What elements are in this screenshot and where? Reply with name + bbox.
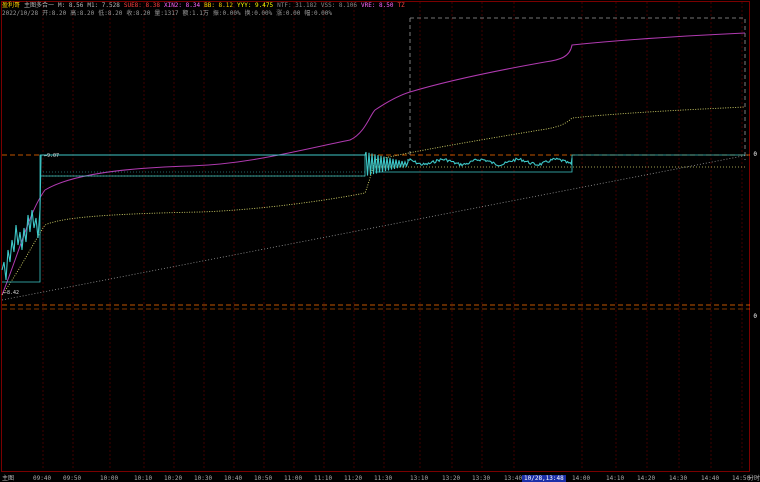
time-tick-label: 13:40	[504, 475, 523, 482]
dashed-range-box	[409, 17, 746, 160]
indicator-value: YYY: 9.475	[237, 2, 274, 9]
indicator-value: 主图多合一	[24, 2, 55, 9]
time-tick-label: 09:50	[63, 475, 82, 482]
bar-info-field: 低:8.20	[98, 10, 123, 17]
time-tick-label: 14:30	[669, 475, 688, 482]
cyan-box-outline	[2, 154, 366, 283]
intraday-tab[interactable]: 分时	[748, 475, 760, 482]
purple-average-line	[1, 32, 746, 296]
time-tick-label: 10:00	[100, 475, 119, 482]
yellow-dotted-line	[1, 106, 746, 296]
indicator-value: NTF: 31.182	[277, 2, 317, 9]
indicator-value: VRE: 8.50	[361, 2, 394, 9]
bar-info-field: 高:8.20	[70, 10, 95, 17]
time-tick-label: 13:30	[472, 475, 491, 482]
time-tick-label: 14:00	[572, 475, 591, 482]
bar-info-field: 换:0.00%	[244, 10, 273, 17]
time-tick-label: 14:40	[701, 475, 720, 482]
indicator-value: XIN2: 8.34	[163, 2, 201, 9]
indicator-value: BB: 8.12	[204, 2, 233, 9]
bar-info-field: 量:1317	[154, 10, 179, 17]
bar-info-field: 开:8.20	[42, 10, 67, 17]
time-tick-label: 11:20	[344, 475, 363, 482]
time-tick-label: 11:10	[314, 475, 333, 482]
bar-info-header: 2022/10/28 开:8.20 高:8.20 低:8.20 收:8.20 量:1317…	[2, 9, 336, 18]
time-tick-label: 10:30	[194, 475, 213, 482]
time-tick-label: 13:20	[442, 475, 461, 482]
bar-info-field: 额:1.1万	[182, 10, 209, 17]
bar-info-field: 振:0.00%	[212, 10, 241, 17]
time-tick-label: 10:40	[224, 475, 243, 482]
indicator-value: VSS: 8.106	[320, 2, 357, 9]
bar-info-field: 幅:0.00%	[304, 10, 333, 17]
time-tick-label: 09:40	[33, 475, 52, 482]
main-panel-frame	[1, 1, 750, 472]
trend-dotted-line	[1, 154, 749, 301]
time-tick-label: 11:30	[374, 475, 393, 482]
indicator-value: 盈利哥	[2, 2, 21, 9]
indicator-value: M1: 7.528	[87, 2, 120, 9]
time-tick-label: 11:00	[284, 475, 303, 482]
bar-info-field: 涨:0.00	[276, 10, 301, 17]
price-line	[1, 151, 573, 281]
vertical-grid	[42, 2, 743, 470]
time-tick-label: 14:10	[606, 475, 625, 482]
low-price-label: ←8.42	[4, 290, 20, 296]
time-tick-label: 14:20	[637, 475, 656, 482]
bar-info-field: 收:8.20	[126, 10, 151, 17]
bar-info-field: 2022/10/28	[2, 10, 39, 17]
indicator-value: SUE8: 8.38	[123, 2, 160, 9]
time-tick-label: 10:20	[164, 475, 183, 482]
time-tick-label: 10:10	[134, 475, 153, 482]
indicator-value: TZ	[397, 2, 405, 9]
right-subpanel-marker: 0	[753, 313, 757, 320]
time-tick-label: 13:10	[410, 475, 429, 482]
main-chart-tab[interactable]: 主图	[2, 475, 14, 482]
time-tick-label: 10/28,13:48	[522, 475, 566, 482]
right-price-marker: 0	[753, 151, 757, 158]
high-price-label: ←9.07	[44, 153, 60, 159]
indicator-value: M: 8.56	[58, 2, 84, 9]
time-tick-label: 10:50	[254, 475, 273, 482]
intraday-chart[interactable]	[0, 0, 760, 482]
